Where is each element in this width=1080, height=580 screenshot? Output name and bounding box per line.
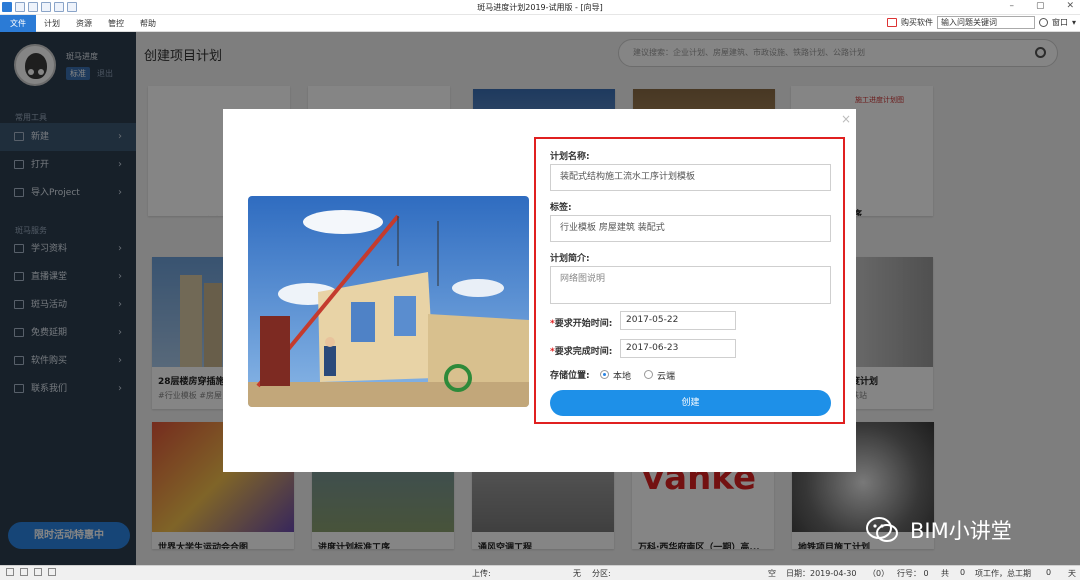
wechat-icon [866,517,898,542]
end-date-label-text: 要求完成时间: [554,347,613,357]
layout-icon[interactable] [48,568,56,576]
menu-bar: 文件 计划 资源 管控 帮助 购买软件 输入问题关键词 窗口 ▾ [0,15,1080,32]
chevron-down-icon[interactable]: ▾ [1072,18,1076,27]
row-number: 行号： 0 [897,569,929,578]
blank-indicator: 空 [768,569,776,578]
menu-help[interactable]: 帮助 [132,15,164,32]
create-button[interactable]: 创建 [550,390,831,416]
menu-control[interactable]: 管控 [100,15,132,32]
fit-icon[interactable] [34,568,42,576]
storage-label: 存储位置: [550,371,590,381]
upload-value: 无 [573,569,581,578]
upload-label: 上传: [472,569,491,578]
close-window-button[interactable]: ✕ [1066,1,1074,11]
cart-icon[interactable] [886,18,897,27]
end-date-input[interactable]: 2017-06-23 [620,339,736,358]
window-controls: – ▢ ✕ [1009,1,1074,11]
watermark: BIM小讲堂 [862,512,1062,550]
storage-local-label: 本地 [613,372,632,382]
status-count: （0） [868,569,890,578]
start-date-label-text: 要求开始时间: [554,319,613,329]
window-menu[interactable]: 窗口 [1052,17,1068,28]
plan-form: 计划名称: 装配式结构施工流水工序计划模板 标签: 行业模板 房屋建筑 装配式 … [534,137,845,424]
maximize-button[interactable]: ▢ [1036,1,1045,11]
end-date-label: *要求完成时间: [550,344,612,357]
menu-plan[interactable]: 计划 [36,15,68,32]
window-title: 斑马进度计划2019-试用版 - [向导] [477,3,603,12]
zone-label: 分区: [592,569,611,578]
template-preview-image [248,196,529,407]
tags-label: 标签: [550,203,572,213]
start-date-label: *要求开始时间: [550,316,612,329]
view-icon[interactable] [6,568,14,576]
storage-cloud-label: 云端 [657,372,676,382]
title-bar: 斑马进度计划2019-试用版 - [向导] – ▢ ✕ [0,0,1080,15]
total-count: 0 [960,568,966,577]
plan-name-label: 计划名称: [550,152,590,162]
minimize-button[interactable]: – [1009,1,1014,11]
workday-label: 项工作，总工期 [975,569,1031,578]
description-textarea[interactable]: 网络图说明 [550,266,831,304]
statusbar-icons [6,568,56,576]
buy-software-link[interactable]: 购买软件 [901,17,933,28]
tags-input[interactable]: 行业模板 房屋建筑 装配式 [550,215,831,242]
close-icon[interactable]: × [841,112,851,126]
menu-file[interactable]: 文件 [0,15,36,32]
total-label: 共 [941,569,949,578]
question-search-input[interactable]: 输入问题关键词 [936,16,1035,29]
duration-value: 0 [1046,568,1052,577]
grid-icon[interactable] [20,568,28,576]
plan-name-input[interactable]: 装配式结构施工流水工序计划模板 [550,164,831,191]
watermark-text: BIM小讲堂 [910,519,1012,543]
search-icon[interactable] [1038,18,1048,27]
storage-local-radio[interactable] [600,370,609,379]
duration-unit: 天 [1068,569,1076,578]
start-date-input[interactable]: 2017-05-22 [620,311,736,330]
storage-cloud-radio[interactable] [644,370,653,379]
create-plan-dialog: × 计划名称: 装配式结构施工流水工序计划模板 标签: 行业模板 房屋建筑 装配… [223,109,856,472]
storage-radio-group: 本地 云端 [600,370,700,382]
status-date: 日期：2019-04-30 [786,569,857,578]
menu-resource[interactable]: 资源 [68,15,100,32]
description-label: 计划简介: [550,254,590,264]
status-bar: 上传: 无 分区: 空 日期：2019-04-30 （0） 行号： 0 共 0 … [0,565,1080,580]
